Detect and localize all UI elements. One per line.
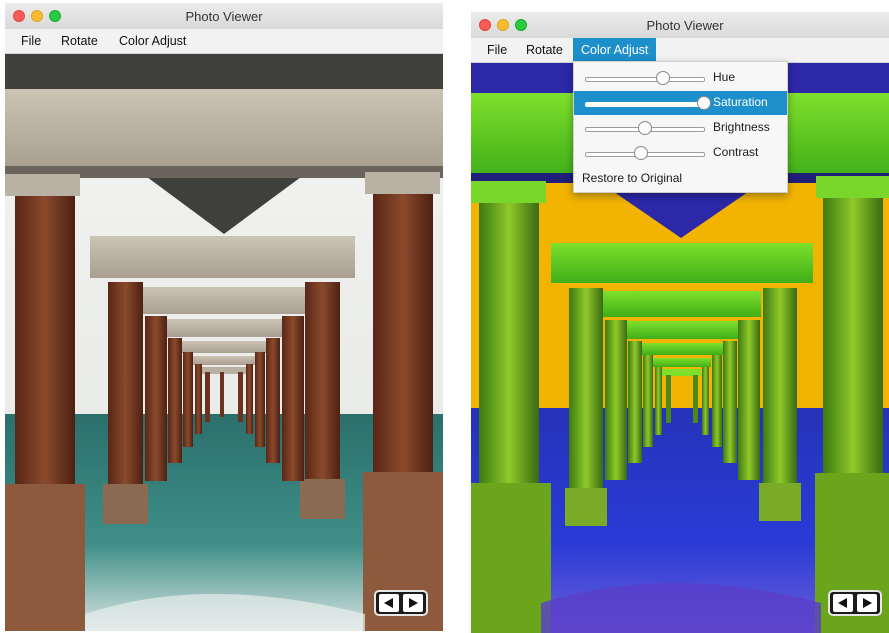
window-title: Photo Viewer bbox=[646, 18, 724, 33]
window-title: Photo Viewer bbox=[185, 9, 263, 24]
saturation-label: Saturation bbox=[713, 95, 768, 109]
hue-label: Hue bbox=[713, 70, 736, 84]
left-arrow-icon bbox=[384, 598, 393, 608]
prev-button[interactable] bbox=[833, 594, 853, 612]
menu-file[interactable]: File bbox=[479, 38, 515, 62]
contrast-label: Contrast bbox=[713, 145, 759, 159]
hue-slider-knob[interactable] bbox=[655, 71, 670, 85]
saturation-slider-knob[interactable] bbox=[697, 96, 711, 110]
contrast-slider-knob[interactable] bbox=[634, 146, 649, 160]
right-arrow-icon bbox=[409, 598, 418, 608]
image-nav-buttons bbox=[374, 590, 428, 616]
next-button[interactable] bbox=[857, 594, 877, 612]
restore-to-original-item[interactable]: Restore to Original bbox=[582, 171, 682, 185]
hue-row[interactable]: Hue bbox=[574, 66, 787, 90]
menu-color-adjust[interactable]: Color Adjust bbox=[111, 29, 194, 53]
right-menubar: File Rotate Color Adjust bbox=[471, 38, 889, 63]
left-arrow-icon bbox=[838, 598, 847, 608]
brightness-label: Brightness bbox=[713, 120, 770, 134]
right-titlebar[interactable]: Photo Viewer bbox=[471, 12, 889, 39]
left-menubar: File Rotate Color Adjust bbox=[5, 29, 443, 54]
menu-rotate[interactable]: Rotate bbox=[53, 29, 106, 53]
brightness-slider-knob[interactable] bbox=[638, 121, 652, 135]
photo-original bbox=[5, 54, 443, 631]
pier-photo-original bbox=[5, 54, 443, 631]
brightness-row[interactable]: Brightness bbox=[574, 116, 787, 140]
menu-file[interactable]: File bbox=[13, 29, 49, 53]
color-adjust-menu: Hue Saturation Brightness Contrast Resto… bbox=[573, 61, 788, 193]
left-titlebar[interactable]: Photo Viewer bbox=[5, 3, 443, 30]
saturation-row[interactable]: Saturation bbox=[574, 91, 787, 115]
image-nav-buttons bbox=[828, 590, 882, 616]
next-button[interactable] bbox=[403, 594, 423, 612]
menu-color-adjust[interactable]: Color Adjust bbox=[573, 38, 657, 62]
right-arrow-icon bbox=[863, 598, 872, 608]
left-window: Photo Viewer File Rotate Color Adjust bbox=[5, 3, 443, 631]
saturation-slider-track[interactable] bbox=[585, 102, 705, 107]
menu-rotate[interactable]: Rotate bbox=[518, 38, 571, 62]
contrast-row[interactable]: Contrast bbox=[574, 141, 787, 165]
hue-slider-track[interactable] bbox=[585, 77, 705, 82]
prev-button[interactable] bbox=[379, 594, 399, 612]
